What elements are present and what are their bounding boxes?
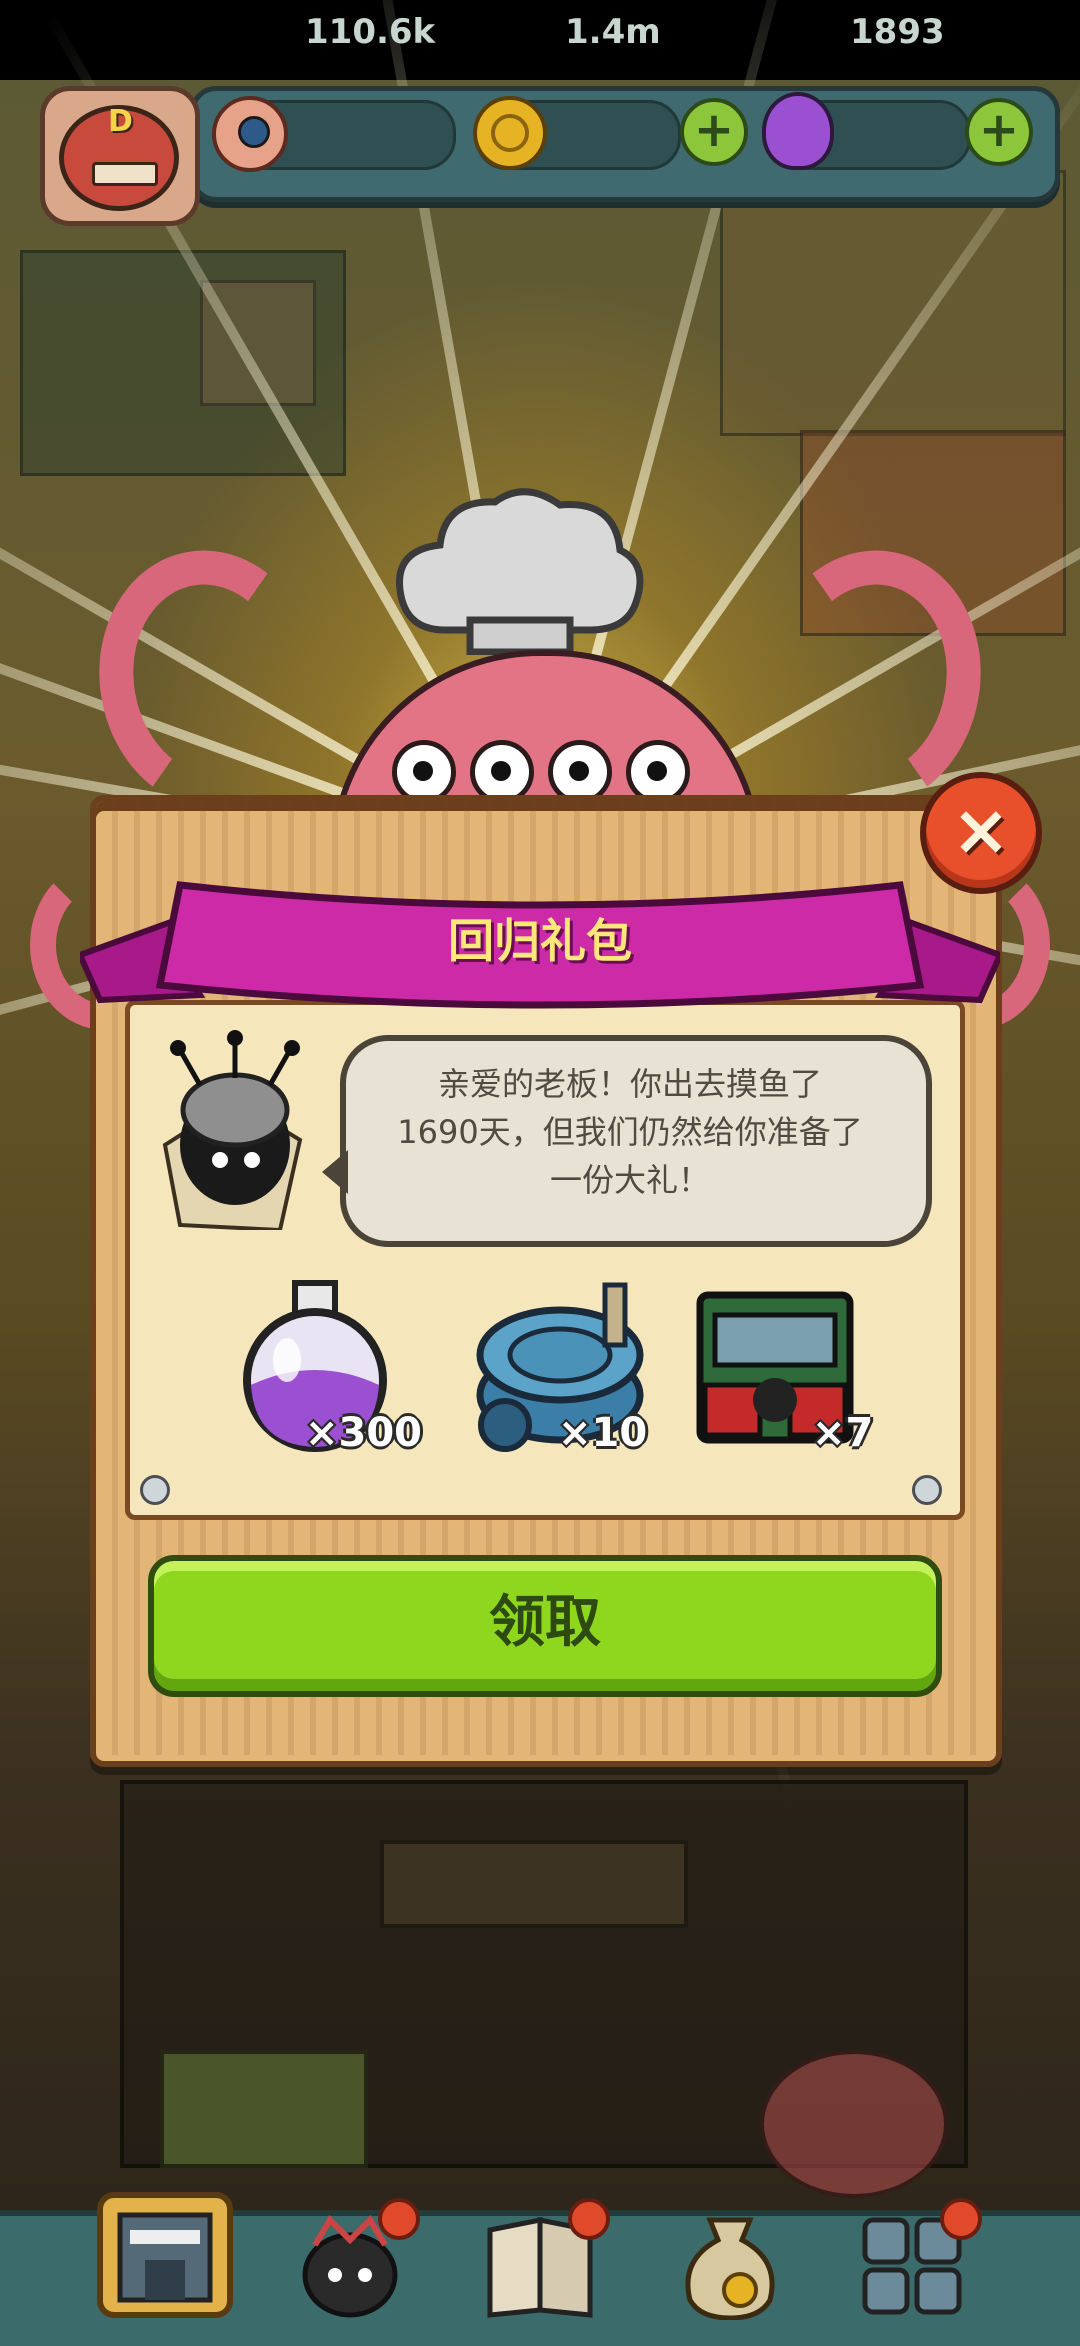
npc-blob-icon: [162, 1030, 303, 1230]
player-avatar[interactable]: D: [40, 86, 200, 226]
nav-money-bag[interactable]: [670, 2190, 790, 2321]
notification-badge: [940, 2198, 982, 2240]
background-building: [720, 170, 1066, 436]
eyes-value: 110.6k: [305, 12, 436, 52]
reward-count: ×300: [305, 1410, 423, 1456]
dungeon-creature: [760, 2050, 948, 2198]
reward-count: ×10: [558, 1410, 648, 1456]
coin-icon: [473, 96, 547, 170]
monster-face-icon: D: [59, 104, 179, 211]
notification-badge: [378, 2198, 420, 2240]
potion-icon: [762, 92, 834, 170]
money-bag-icon: [685, 2217, 775, 2321]
potions-value: 1893: [850, 12, 945, 52]
restaurant-icon: [97, 2192, 233, 2318]
notification-badge: [568, 2198, 610, 2240]
dungeon-table: [160, 2050, 368, 2168]
eyeball-icon: [212, 96, 288, 172]
chef-hat-icon: [396, 488, 644, 655]
speech-text: 亲爱的老板！你出去摸鱼了 1690天，但我们仍然给你准备了 一份大礼！: [397, 1065, 863, 1199]
dungeon-cauldron: [380, 1840, 688, 1928]
claim-button-label: 领取: [489, 1590, 601, 1655]
nav-restaurant[interactable]: [95, 2190, 233, 2320]
add-coins-button[interactable]: +: [680, 98, 748, 166]
coins-value: 1.4m: [565, 12, 661, 52]
add-potions-button[interactable]: +: [965, 98, 1033, 166]
reward-count: ×7: [812, 1410, 874, 1456]
dialog-title: 回归礼包: [448, 914, 632, 968]
claim-button[interactable]: 领取: [148, 1555, 942, 1697]
close-button[interactable]: ×: [920, 772, 1042, 894]
close-icon: ×: [951, 789, 1011, 871]
